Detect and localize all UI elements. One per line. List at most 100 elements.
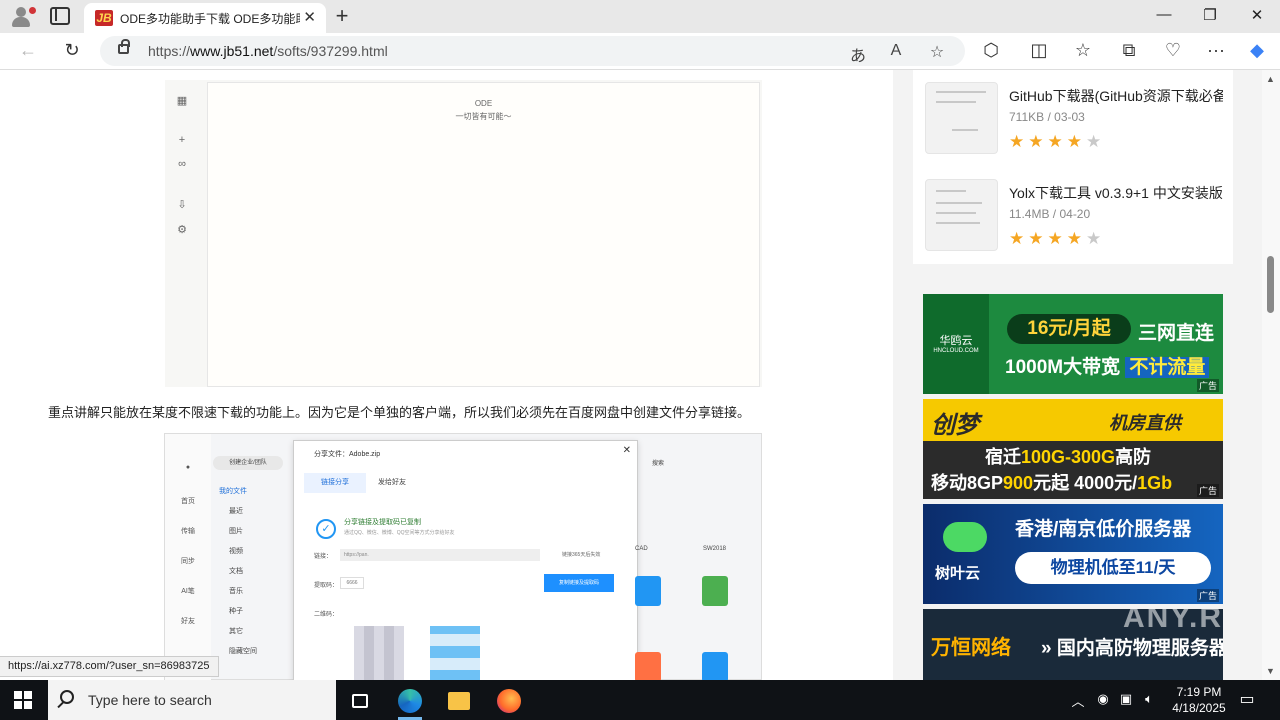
- url-path: /softs/937299.html: [273, 43, 388, 59]
- tab-title: ODE多功能助手下载 ODE多功能助: [120, 12, 300, 26]
- page-content: ▦ + ∞ ⇩ ⚙ ODE 一切皆有可能～ 重点讲解只能放在某度不限速下载的功能…: [0, 70, 1262, 680]
- code-value: 6666: [340, 577, 364, 589]
- copilot-icon[interactable]: ◆: [1246, 40, 1268, 61]
- extensions-icon[interactable]: ⬡: [980, 40, 1002, 61]
- ad1-brand: 华鸥云: [939, 335, 973, 347]
- software-name[interactable]: GitHub下载器(GitHub资源下载必备): [1009, 86, 1223, 106]
- close-window-button[interactable]: ✕: [1247, 6, 1267, 24]
- ad3-headline: 香港/南京低价服务器: [1015, 519, 1192, 540]
- ad1-line2-highlight: 不计流量: [1125, 357, 1210, 378]
- col-cad: CAD: [635, 546, 648, 552]
- ad4-brand: 万恒网络: [931, 637, 1011, 659]
- create-team-button: 创建企业/团队: [213, 456, 283, 470]
- code-label: 提取码：: [314, 583, 339, 589]
- ad4-text: » 国内高防物理服务器: [1041, 638, 1223, 659]
- file-nav-item: 音乐: [229, 588, 243, 595]
- software-item[interactable]: Yolx下载工具 v0.3.9+1 中文安装版 11.4MB / 04-20 ★…: [925, 179, 1225, 255]
- taskbar-search[interactable]: Type here to search: [48, 680, 336, 720]
- search-icon: [60, 690, 74, 704]
- minimize-button[interactable]: —: [1154, 6, 1174, 23]
- scrollbar-thumb[interactable]: [1267, 256, 1274, 313]
- share-dialog: 分享文件：Adobe.zip ✕ 链接分享 发给好友 ✓ 分享链接及提取码已复制…: [293, 440, 638, 680]
- article-body: ▦ + ∞ ⇩ ⚙ ODE 一切皆有可能～ 重点讲解只能放在某度不限速下载的功能…: [0, 70, 893, 680]
- status-url-bubble: https://ai.xz778.com/?user_sn=86983725: [0, 656, 219, 677]
- success-text: 分享链接及提取码已复制: [344, 519, 421, 526]
- notification-center-icon[interactable]: ▭: [1238, 689, 1256, 709]
- ad2-l1b: 高防: [1115, 447, 1152, 467]
- lock-icon[interactable]: [118, 39, 130, 54]
- scroll-down-arrow-icon[interactable]: ▼: [1266, 666, 1275, 676]
- edge-taskbar-icon[interactable]: [390, 686, 430, 720]
- tab-close-icon[interactable]: ✕: [303, 8, 316, 26]
- ad2-l2hl1: 900: [1003, 473, 1034, 493]
- navigation-bar: ← ↻ https://www.jb51.net/softs/937299.ht…: [0, 33, 1280, 70]
- profile-button[interactable]: [8, 4, 36, 30]
- translate-icon[interactable]: あ: [848, 42, 868, 66]
- ad2-l1hl: 100G-300G: [1021, 447, 1116, 467]
- split-screen-icon[interactable]: ◫: [1028, 40, 1050, 61]
- software-thumbnail[interactable]: [925, 82, 998, 154]
- search-placeholder: Type here to search: [88, 692, 212, 708]
- software-thumbnail[interactable]: [925, 179, 998, 251]
- favorite-star-icon[interactable]: ☆: [927, 42, 947, 62]
- ad3-name: 树叶云: [935, 565, 981, 582]
- tray-app-icon[interactable]: ◉: [1094, 691, 1112, 707]
- software-name[interactable]: Yolx下载工具 v0.3.9+1 中文安装版: [1009, 183, 1223, 203]
- browser-essentials-icon[interactable]: ♡: [1162, 40, 1184, 61]
- rail-avatar-icon: ●: [185, 464, 191, 471]
- tab-active[interactable]: JB ODE多功能助手下载 ODE多功能助 ✕: [84, 3, 326, 33]
- notification-dot: [29, 7, 36, 14]
- tray-overflow-chevron-icon[interactable]: ︿: [1069, 691, 1087, 710]
- ad1-price: 16元/月起: [1007, 314, 1131, 344]
- url-text: https://www.jb51.net/softs/937299.html: [148, 43, 388, 59]
- ode-sidebar: ▦ + ∞ ⇩ ⚙: [165, 80, 201, 387]
- site-favicon-icon: JB: [95, 10, 113, 26]
- favorites-icon[interactable]: ☆: [1072, 40, 1094, 61]
- file-nav-item: 最近: [229, 508, 243, 515]
- volume-icon[interactable]: 🔈︎: [1140, 691, 1158, 707]
- ad2-l2b: 元起 4000元/: [1033, 473, 1138, 493]
- scroll-up-arrow-icon[interactable]: ▲: [1266, 74, 1275, 84]
- ad-tag: 广告: [1196, 379, 1219, 392]
- address-bar[interactable]: https://www.jb51.net/softs/937299.html あ…: [100, 36, 965, 66]
- related-software-card: GitHub下载器(GitHub资源下载必备) 711KB / 03-03 ★★…: [913, 70, 1233, 264]
- file-icon-android: [702, 576, 728, 606]
- rail-item: 好友: [181, 618, 195, 625]
- dialog-close-icon: ✕: [622, 445, 631, 456]
- ad-banner-wanheng[interactable]: 万恒网络 » 国内高防物理服务器 ANY.RUN: [923, 609, 1223, 680]
- ad2-l2a: 移动8GP: [931, 473, 1004, 493]
- url-domain: www.jb51.net: [190, 43, 274, 59]
- ad-banner-shuyeyun[interactable]: 树叶云 香港/南京低价服务器 物理机低至11/天 广告: [923, 504, 1223, 604]
- more-menu-icon[interactable]: ···: [1205, 40, 1227, 61]
- restore-button[interactable]: ❐: [1200, 6, 1220, 24]
- file-nav-item: 隐藏空间: [229, 648, 257, 655]
- back-arrow-icon[interactable]: ←: [17, 40, 39, 61]
- baidu-left-rail: ● 首页 传输 同步 AI笔 好友: [165, 434, 211, 680]
- file-nav-header: 我的文件: [219, 488, 247, 495]
- url-prefix: https://: [148, 43, 191, 59]
- taskbar-clock[interactable]: 7:19 PM 4/18/2025: [1168, 684, 1230, 716]
- rail-item: 首页: [181, 498, 195, 505]
- read-aloud-icon[interactable]: A: [886, 42, 906, 60]
- ad2-sub: 机房直供: [1109, 413, 1181, 433]
- firefox-icon[interactable]: [488, 686, 528, 720]
- network-icon[interactable]: ▣: [1117, 691, 1135, 707]
- software-item[interactable]: GitHub下载器(GitHub资源下载必备) 711KB / 03-03 ★★…: [925, 82, 1225, 158]
- grid-icon: ▦: [176, 95, 188, 107]
- rail-item: 同步: [181, 558, 195, 565]
- clock-time: 7:19 PM: [1176, 685, 1222, 699]
- tab-actions-button[interactable]: [50, 7, 70, 25]
- refresh-icon[interactable]: ↻: [61, 40, 83, 61]
- rating-stars: ★★★★★: [1009, 132, 1106, 151]
- ad-banner-chuangmeng[interactable]: 创梦 机房直供 宿迁100G-300G高防 移动8GP900元起 4000元/1…: [923, 399, 1223, 499]
- collections-icon[interactable]: ⧉: [1118, 40, 1140, 61]
- rating-stars: ★★★★★: [1009, 229, 1106, 248]
- settings-icon: ⚙: [177, 224, 187, 236]
- file-explorer-icon[interactable]: [439, 686, 479, 720]
- start-button[interactable]: [14, 691, 32, 709]
- page-scrollbar[interactable]: ▲ ▼: [1262, 70, 1280, 680]
- ad-banner-hncloud[interactable]: 华鸥云 HNCLOUD.COM 16元/月起 三网直连 1000M大带宽 不计流量…: [923, 294, 1223, 394]
- new-tab-button[interactable]: +: [331, 3, 353, 29]
- ode-page: ODE 一切皆有可能～: [207, 82, 760, 387]
- task-view-button[interactable]: [340, 686, 380, 720]
